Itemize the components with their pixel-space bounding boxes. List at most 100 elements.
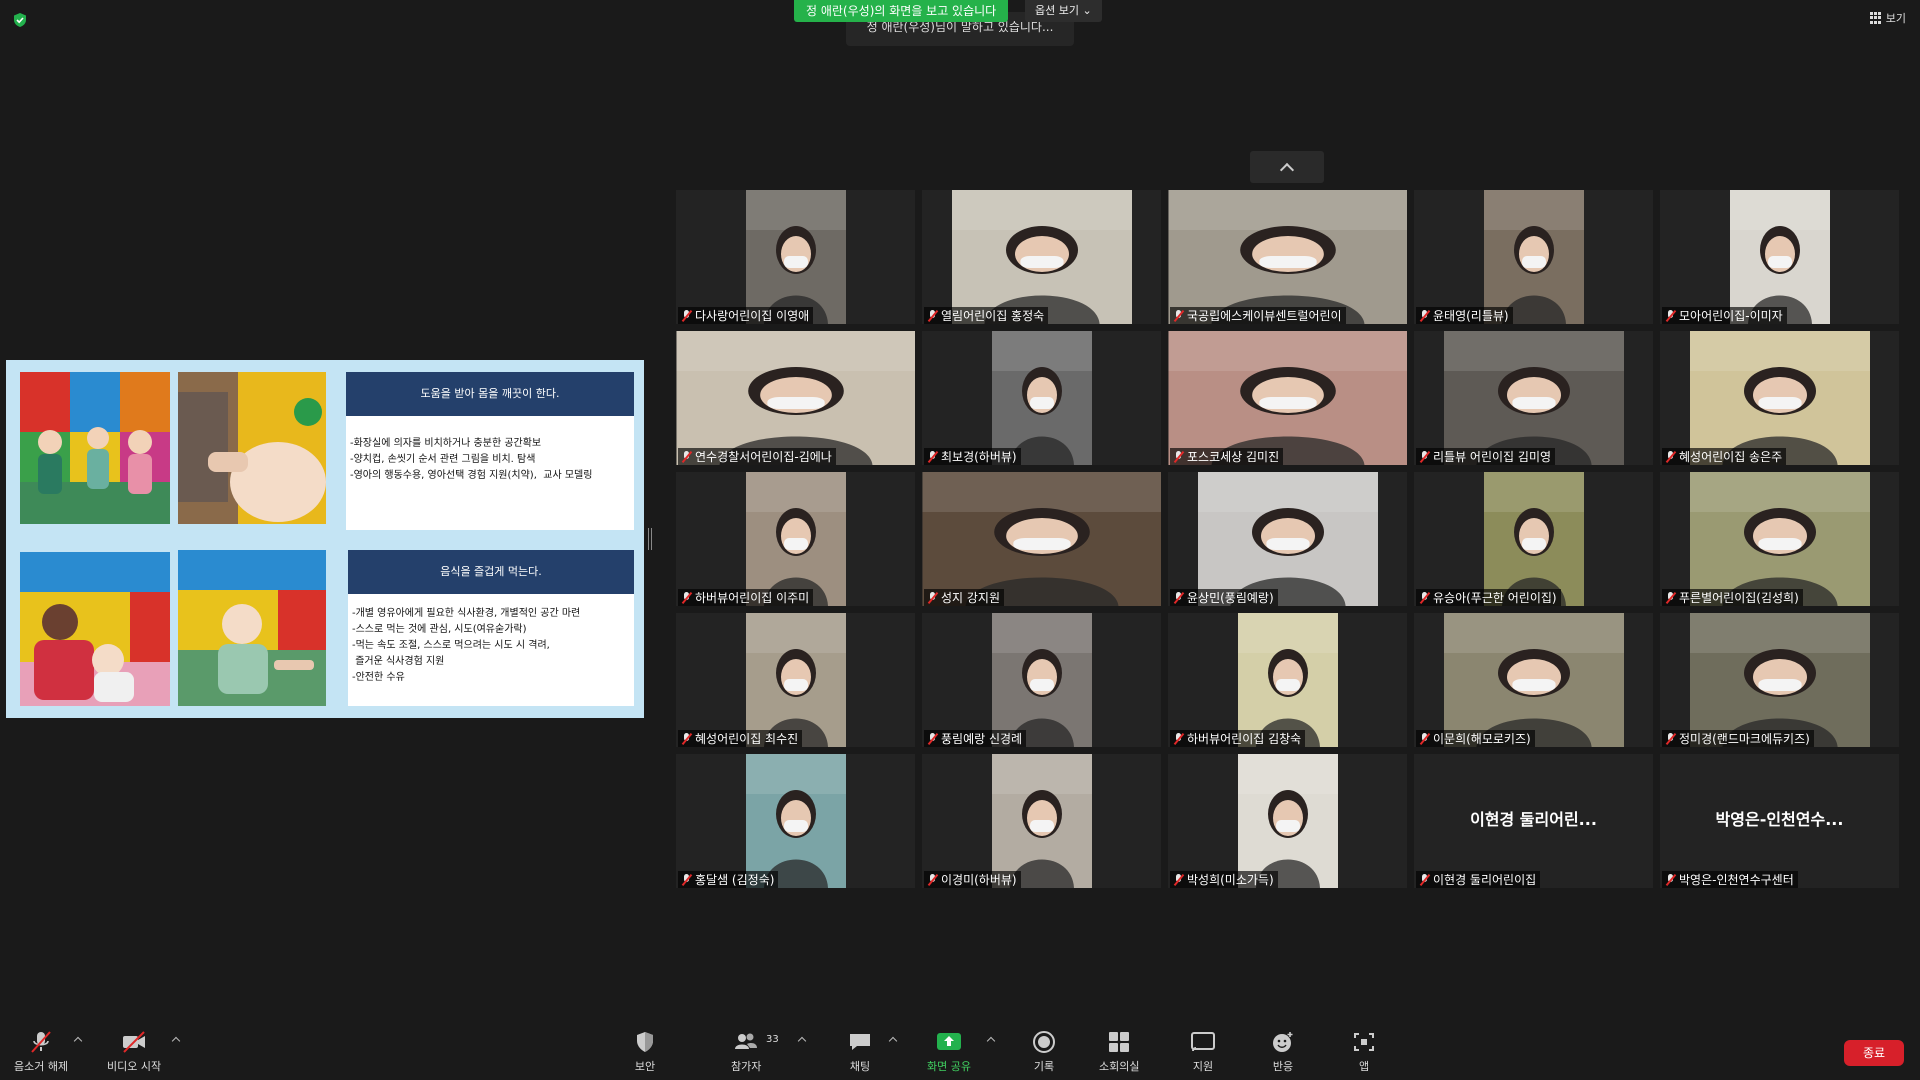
- slide-box-eating: 음식을 즐겁게 먹는다. -개별 영유아에게 필요한 식사환경, 개별적인 공간…: [348, 550, 634, 706]
- mic-muted-icon: [1665, 450, 1676, 463]
- participant-tile[interactable]: 혜성어린이집 송은주: [1660, 331, 1899, 465]
- participant-name-bar: 하버뷰어린이집 김창숙: [1170, 730, 1306, 747]
- apps-label: 앱: [1358, 1060, 1370, 1073]
- participant-name: 혜성어린이집 최수진: [695, 732, 799, 746]
- shield-check-icon[interactable]: [12, 12, 28, 28]
- participant-name: 모아어린이집-이미자: [1679, 309, 1783, 323]
- participant-tile[interactable]: 하버뷰어린이집 김창숙: [1168, 613, 1407, 747]
- record-label: 기록: [1033, 1060, 1055, 1073]
- participant-name: 이경미(하버뷰): [941, 873, 1017, 887]
- participant-name-bar: 유승아(푸근한 어린이집): [1416, 589, 1561, 606]
- participant-video: [1483, 190, 1584, 324]
- participant-name: 푸른별어린이집(김성희): [1679, 591, 1799, 605]
- participant-tile[interactable]: 이현경 둘리어린... 이현경 둘리어린이집: [1414, 754, 1653, 888]
- support-button[interactable]: 지원: [1190, 1030, 1216, 1074]
- mic-muted-icon: [927, 873, 938, 886]
- participant-tile[interactable]: 박성희(미소가득): [1168, 754, 1407, 888]
- chat-button[interactable]: 채팅: [847, 1030, 873, 1074]
- view-options-button[interactable]: 옵션 보기 ⌄: [1025, 0, 1102, 22]
- mic-muted-icon: [681, 450, 692, 463]
- participant-tile[interactable]: 성지 강지원: [922, 472, 1161, 606]
- slide-photo-toddlers-toothbrush: [20, 372, 170, 524]
- share-screen-icon: [936, 1033, 961, 1050]
- unmute-button[interactable]: 음소거 해제: [14, 1030, 68, 1074]
- participant-video: [991, 754, 1092, 888]
- participant-tile[interactable]: 정미경(랜드마크에듀키즈): [1660, 613, 1899, 747]
- participant-name-bar: 혜성어린이집 송은주: [1662, 448, 1787, 465]
- participant-video: [1689, 472, 1870, 606]
- participant-tile[interactable]: 하버뷰어린이집 이주미: [676, 472, 915, 606]
- participant-name: 열림어린이집 홍정숙: [941, 309, 1045, 323]
- participant-tile[interactable]: 모아어린이집-이미자: [1660, 190, 1899, 324]
- start-video-button[interactable]: 비디오 시작: [107, 1030, 161, 1074]
- chat-bubble-icon: [850, 1034, 870, 1050]
- chat-label: 채팅: [849, 1060, 871, 1073]
- chat-caret-icon[interactable]: [888, 1036, 898, 1046]
- participant-tile[interactable]: 혜성어린이집 최수진: [676, 613, 915, 747]
- participant-tile[interactable]: 다사랑어린이집 이영애: [676, 190, 915, 324]
- participant-name-bar: 정미경(랜드마크에듀키즈): [1662, 730, 1814, 747]
- view-button[interactable]: 보기: [1869, 10, 1906, 26]
- unmute-label: 음소거 해제: [14, 1060, 69, 1073]
- share-screen-button[interactable]: 화면 공유: [927, 1030, 971, 1074]
- participant-tile[interactable]: 이경미(하버뷰): [922, 754, 1161, 888]
- participant-name: 성지 강지원: [941, 591, 1001, 605]
- record-button[interactable]: 기록: [1031, 1030, 1057, 1074]
- participant-video: [745, 190, 846, 324]
- participant-name: 정미경(랜드마크에듀키즈): [1679, 732, 1810, 746]
- mic-muted-icon: [1419, 309, 1430, 322]
- breakout-rooms-label: 소회의실: [1099, 1060, 1140, 1073]
- end-meeting-button[interactable]: 종료: [1844, 1040, 1904, 1066]
- participant-video: [1483, 472, 1584, 606]
- audio-options-caret-icon[interactable]: [73, 1036, 83, 1046]
- participant-name: 이현경 둘리어린이집: [1433, 873, 1537, 887]
- participant-tile[interactable]: 유승아(푸근한 어린이집): [1414, 472, 1653, 606]
- reactions-button[interactable]: 반응: [1270, 1030, 1296, 1074]
- participants-button[interactable]: 참가자: [731, 1030, 761, 1074]
- mic-muted-icon: [927, 309, 938, 322]
- participant-name: 최보경(하버뷰): [941, 450, 1017, 464]
- participant-tile[interactable]: 푸른별어린이집(김성희): [1660, 472, 1899, 606]
- participant-video: [1237, 613, 1338, 747]
- shield-icon: [637, 1032, 653, 1052]
- participant-tile[interactable]: 리틀뷰 어린이집 김미영: [1414, 331, 1653, 465]
- participant-tile[interactable]: 최보경(하버뷰): [922, 331, 1161, 465]
- participant-video: [991, 331, 1092, 465]
- participant-tile[interactable]: 연수경찰서어린이집-김에나: [676, 331, 915, 465]
- participant-video: [1729, 190, 1830, 324]
- apps-icon: [1354, 1033, 1374, 1051]
- participant-name-bar: 이경미(하버뷰): [924, 871, 1021, 888]
- chevron-up-icon: [1279, 162, 1295, 177]
- participant-name-bar: 모아어린이집-이미자: [1662, 307, 1787, 324]
- participant-tile[interactable]: 풍림예랑 신경례: [922, 613, 1161, 747]
- participants-caret-icon[interactable]: [797, 1036, 807, 1046]
- slide-box-cleanliness: 도움을 받아 몸을 깨끗이 한다. -화장실에 의자를 비치하거나 충분한 공간…: [346, 372, 634, 530]
- participant-tile[interactable]: 이문희(해모로키즈): [1414, 613, 1653, 747]
- mic-muted-icon: [1665, 873, 1676, 886]
- pane-splitter-handle[interactable]: [648, 528, 652, 550]
- participant-name-bar: 윤태영(리틀뷰): [1416, 307, 1513, 324]
- participant-tile[interactable]: 박영은-인천연수... 박영은-인천연수구센터: [1660, 754, 1899, 888]
- mic-muted-icon: [1419, 450, 1430, 463]
- mic-muted-icon: [1665, 732, 1676, 745]
- participant-name: 혜성어린이집 송은주: [1679, 450, 1783, 464]
- participant-tile[interactable]: 포스코세상 김미진: [1168, 331, 1407, 465]
- mic-muted-icon: [1173, 450, 1184, 463]
- participant-tile[interactable]: 열림어린이집 홍정숙: [922, 190, 1161, 324]
- participant-tile[interactable]: 홍달샘 (김정숙): [676, 754, 915, 888]
- share-caret-icon[interactable]: [986, 1036, 996, 1046]
- participant-name: 리틀뷰 어린이집 김미영: [1433, 450, 1552, 464]
- mic-muted-icon: [681, 873, 692, 886]
- apps-button[interactable]: 앱: [1351, 1030, 1377, 1074]
- breakout-rooms-button[interactable]: 소회의실: [1099, 1030, 1139, 1074]
- participant-tile[interactable]: 국공립에스케이뷰센트럴어린이: [1168, 190, 1407, 324]
- participant-name: 박영은-인천연수구센터: [1679, 873, 1794, 887]
- collapse-gallery-button[interactable]: [1250, 151, 1324, 183]
- participant-tile[interactable]: 윤상민(풍림예랑): [1168, 472, 1407, 606]
- participant-tile[interactable]: 윤태영(리틀뷰): [1414, 190, 1653, 324]
- participant-name: 이문희(해모로키즈): [1433, 732, 1531, 746]
- security-button[interactable]: 보안: [632, 1030, 658, 1074]
- video-options-caret-icon[interactable]: [171, 1036, 181, 1046]
- participant-video: [745, 613, 846, 747]
- slide-box-cleanliness-title: 도움을 받아 몸을 깨끗이 한다.: [346, 372, 634, 416]
